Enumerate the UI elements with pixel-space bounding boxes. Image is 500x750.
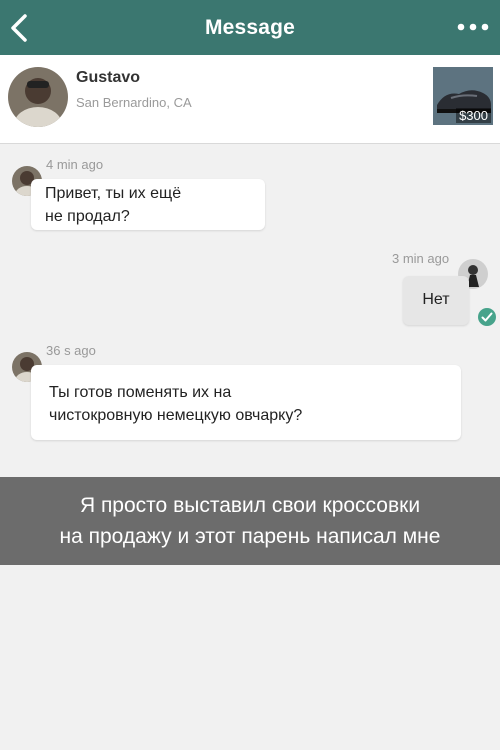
nav-bar: Message	[0, 0, 500, 55]
message-timestamp: 36 s ago	[46, 343, 96, 358]
message-timestamp: 4 min ago	[46, 157, 104, 172]
seller-avatar[interactable]	[8, 67, 68, 127]
product-price: $300	[456, 108, 491, 123]
message-bubble-incoming: Ты готов поменять их на чистокровную нем…	[31, 365, 461, 440]
product-thumbnail[interactable]: $300	[433, 67, 493, 125]
conversation-header: Gustavo San Bernardino, CA $300	[0, 55, 500, 144]
read-check-icon	[478, 308, 496, 326]
chevron-left-icon[interactable]	[6, 12, 34, 44]
message-timestamp: 3 min ago	[392, 251, 450, 266]
message-bubble-outgoing: Нет	[403, 276, 469, 325]
seller-location: San Bernardino, CA	[76, 95, 192, 110]
more-dots-icon[interactable]	[456, 20, 490, 34]
caption-overlay: Я просто выставил свои кроссовки на прод…	[0, 477, 500, 565]
message-bubble-incoming: Привет, ты их ещё не продал?	[31, 179, 265, 230]
seller-name: Gustavo	[76, 69, 141, 86]
page-title: Message	[204, 15, 296, 39]
